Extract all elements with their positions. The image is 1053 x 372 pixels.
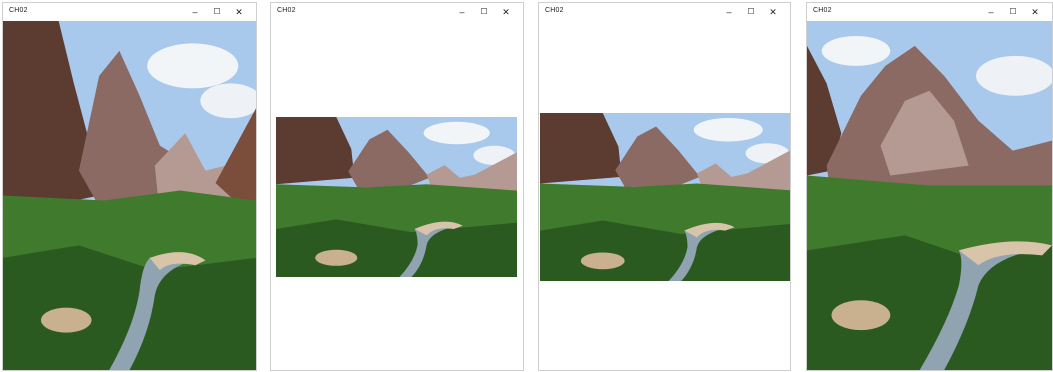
landscape-image — [807, 21, 1052, 370]
close-button[interactable]: ✕ — [495, 5, 517, 19]
window-title: CH02 — [277, 7, 296, 14]
image-view — [3, 21, 256, 370]
title-bar[interactable]: CH02 – ☐ ✕ — [3, 3, 256, 21]
minimize-button[interactable]: – — [451, 5, 473, 19]
landscape-image — [276, 117, 517, 277]
canyon-river-photo — [276, 117, 517, 277]
image-window-1: CH02 – ☐ ✕ — [2, 2, 257, 371]
window-title: CH02 — [813, 7, 832, 14]
window-title: CH02 — [545, 7, 564, 14]
title-bar[interactable]: CH02 – ☐ ✕ — [539, 3, 790, 21]
image-window-4: CH02 – ☐ ✕ — [806, 2, 1053, 371]
minimize-button[interactable]: – — [718, 5, 740, 19]
maximize-button[interactable]: ☐ — [1002, 5, 1024, 19]
canyon-river-photo — [540, 113, 790, 281]
maximize-button[interactable]: ☐ — [740, 5, 762, 19]
landscape-image — [540, 113, 790, 281]
landscape-image — [3, 21, 256, 370]
window-title: CH02 — [9, 7, 28, 14]
canyon-river-photo — [3, 21, 256, 370]
title-bar[interactable]: CH02 – ☐ ✕ — [271, 3, 523, 21]
title-bar[interactable]: CH02 – ☐ ✕ — [807, 3, 1052, 21]
close-button[interactable]: ✕ — [762, 5, 784, 19]
image-view — [271, 21, 523, 370]
image-window-2: CH02 – ☐ ✕ — [270, 2, 524, 371]
canyon-river-photo — [807, 21, 1052, 370]
maximize-button[interactable]: ☐ — [206, 5, 228, 19]
maximize-button[interactable]: ☐ — [473, 5, 495, 19]
close-button[interactable]: ✕ — [228, 5, 250, 19]
minimize-button[interactable]: – — [184, 5, 206, 19]
minimize-button[interactable]: – — [980, 5, 1002, 19]
image-view — [539, 21, 790, 370]
image-view — [807, 21, 1052, 370]
close-button[interactable]: ✕ — [1024, 5, 1046, 19]
image-window-3: CH02 – ☐ ✕ — [538, 2, 791, 371]
